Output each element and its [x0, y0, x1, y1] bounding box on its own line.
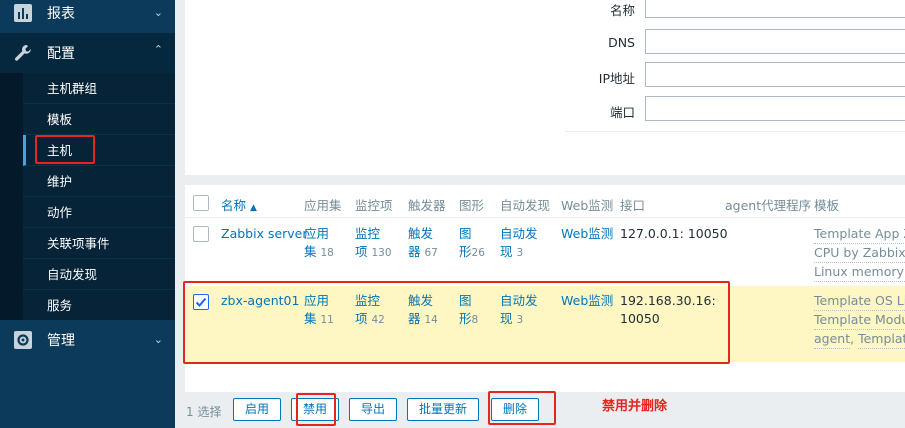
template-link[interactable]: CPU by Zabbix a [814, 244, 905, 263]
chevron-down-icon: ⌄ [153, 333, 163, 346]
template-link[interactable]: Template [858, 330, 905, 349]
web-link[interactable]: Web监测 [561, 225, 613, 243]
discovery-link-text: 现 [500, 244, 513, 259]
sidebar-item-label: 服务 [47, 298, 73, 313]
highlight-hosts-box [35, 135, 95, 164]
col-header-discovery: 自动发现 [500, 198, 551, 213]
col-header-web: Web监测 [561, 198, 614, 213]
filter-port-label: 端口 [609, 105, 635, 120]
sidebar-item-services[interactable]: 服务 [23, 290, 175, 321]
menu-reports[interactable]: 报表 ⌄ [0, 0, 175, 33]
filter-panel: 名称 DNS IP地址 端口 [185, 0, 905, 175]
mass-update-button[interactable]: 批量更新 [407, 398, 479, 421]
chevron-up-icon: ⌃ [153, 43, 163, 56]
sidebar-item-actions[interactable]: 动作 [23, 197, 175, 228]
host-name-link[interactable]: Zabbix server [221, 225, 308, 243]
discovery-link[interactable]: 自动发现 3 [500, 225, 538, 262]
col-header-name-label: 名称 [221, 198, 247, 213]
sidebar-item-discovery[interactable]: 自动发现 [23, 259, 175, 290]
filter-name-input[interactable] [645, 0, 905, 18]
filter-ip-input[interactable] [645, 62, 905, 87]
sidebar-item-correlation[interactable]: 关联项事件 [23, 228, 175, 259]
enable-button[interactable]: 启用 [233, 398, 281, 421]
sidebar-item-label: 自动发现 [47, 267, 98, 282]
graphs-link[interactable]: 图形26 [459, 225, 485, 262]
apps-count: 18 [320, 247, 334, 259]
sidebar-item-label: 动作 [47, 205, 73, 220]
header-divider [185, 217, 905, 218]
sidebar-item-label: 模板 [47, 112, 73, 127]
template-link[interactable]: Template Module [814, 311, 905, 330]
graphs-link-text: 形 [459, 244, 472, 259]
sidebar-item-host-groups[interactable]: 主机群组 [23, 73, 175, 104]
submenu-strip [0, 73, 23, 320]
col-header-items: 监控项 [355, 198, 393, 213]
export-button[interactable]: 导出 [349, 398, 397, 421]
wrench-icon [13, 43, 33, 63]
col-header-apps: 应用集 [304, 198, 342, 213]
apps-link[interactable]: 应用集 18 [304, 225, 334, 262]
col-header-proxy: agent代理程序 [725, 198, 812, 213]
triggers-count: 67 [424, 247, 438, 259]
sidebar-item-templates[interactable]: 模板 [23, 104, 175, 135]
template-link[interactable]: Template OS Lin [814, 292, 905, 311]
highlight-row-box [183, 281, 730, 364]
highlight-delete-box [488, 391, 556, 425]
sidebar-item-maintenance[interactable]: 维护 [23, 166, 175, 197]
items-link-text: 项 [355, 244, 368, 259]
filter-port-input[interactable] [645, 96, 905, 121]
items-count: 130 [371, 247, 392, 259]
interface-value: 127.0.0.1: 10050 [620, 226, 728, 241]
gear-icon [13, 330, 33, 350]
triggers-link-text: 器 [408, 244, 421, 259]
filter-dns-label: DNS [608, 35, 635, 50]
apps-link-text: 集 [304, 244, 317, 259]
filter-divider [565, 131, 905, 132]
menu-admin[interactable]: 管理 ⌄ [0, 320, 175, 360]
graphs-count: 26 [471, 247, 485, 259]
items-link-text: 监控 [355, 226, 381, 241]
col-header-triggers: 触发器 [408, 198, 446, 213]
filter-ip-label: IP地址 [598, 71, 635, 86]
template-link[interactable]: Template App Za [814, 225, 905, 244]
selected-count: 1 选择 [186, 405, 222, 419]
filter-dns-input[interactable] [645, 29, 905, 54]
filter-name-label: 名称 [609, 3, 635, 18]
menu-reports-label: 报表 [47, 6, 75, 22]
items-link[interactable]: 监控项 130 [355, 225, 392, 262]
col-header-interface: 接口 [620, 198, 646, 213]
templates-cell: Template OS Lin Template Module agent, T… [814, 292, 905, 349]
config-submenu: 主机群组 模板 主机 维护 动作 关联项事件 自动发现 服务 [23, 73, 175, 321]
menu-config[interactable]: 配置 ⌃ [0, 33, 175, 73]
template-link[interactable]: Linux memory by [814, 263, 905, 282]
triggers-link[interactable]: 触发器 67 [408, 225, 438, 262]
template-link[interactable]: agent [814, 330, 851, 349]
sidebar-item-label: 主机群组 [47, 81, 98, 96]
menu-config-label: 配置 [47, 46, 75, 62]
triggers-link-text: 触发 [408, 226, 434, 241]
sidebar-item-label: 维护 [47, 174, 73, 189]
col-header-graphs: 图形 [459, 198, 485, 213]
sidebar: 报表 ⌄ 配置 ⌃ 主机群组 模板 主机 维护 动作 关联项事件 自动发现 服务… [0, 0, 175, 428]
chevron-down-icon: ⌄ [153, 6, 163, 19]
discovery-count: 3 [516, 247, 524, 259]
sidebar-item-label: 关联项事件 [47, 236, 110, 251]
menu-admin-label: 管理 [47, 333, 75, 349]
select-all-checkbox[interactable] [193, 195, 209, 211]
sort-asc-icon: ▲ [250, 203, 257, 213]
bar-chart-icon [13, 3, 33, 23]
graphs-link-text: 图 [459, 226, 472, 241]
discovery-link-text: 自动发 [500, 226, 538, 241]
col-header-name[interactable]: 名称 ▲ [221, 195, 257, 214]
annotation-text: 禁用并删除 [602, 399, 668, 414]
row-checkbox[interactable] [193, 226, 209, 242]
apps-link-text: 应用 [304, 226, 330, 241]
highlight-disable-box [296, 393, 336, 426]
col-header-templates: 模板 [814, 198, 840, 213]
templates-cell: Template App Za CPU by Zabbix a Linux me… [814, 225, 905, 282]
